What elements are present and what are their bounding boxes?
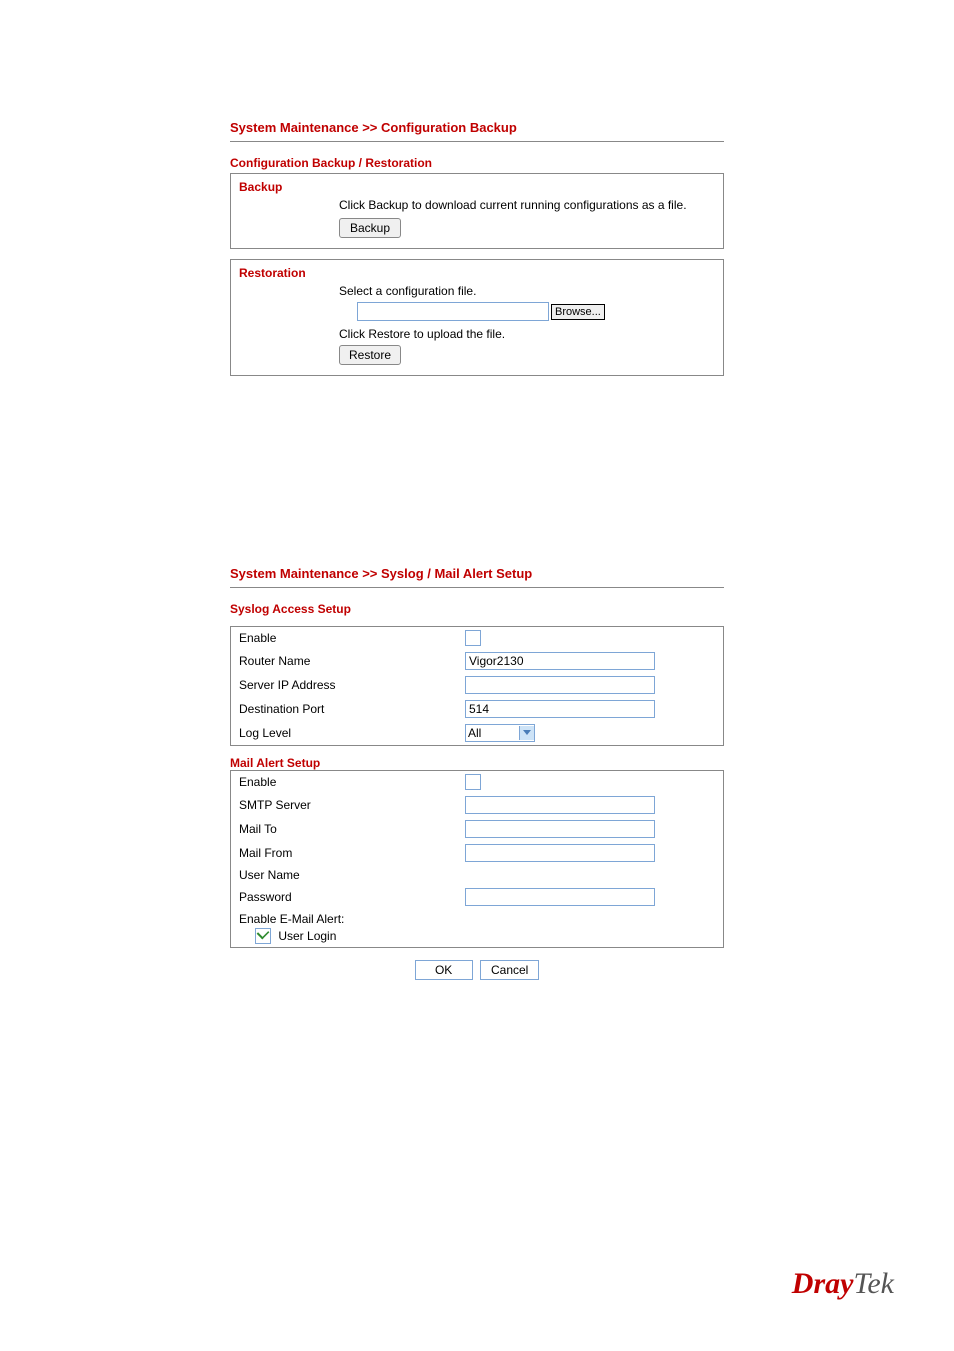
breadcrumb-syslog-mail: System Maintenance >> Syslog / Mail Aler… — [230, 566, 724, 587]
server-ip-label: Server IP Address — [231, 673, 458, 697]
dest-port-input[interactable] — [465, 700, 655, 718]
email-alert-label: Enable E-Mail Alert: — [239, 912, 715, 926]
mailto-label: Mail To — [231, 817, 458, 841]
restore-button[interactable]: Restore — [339, 345, 401, 365]
syslog-enable-checkbox[interactable] — [465, 630, 481, 646]
syslog-access-title: Syslog Access Setup — [230, 602, 724, 616]
backup-button[interactable]: Backup — [339, 218, 401, 238]
ok-button[interactable]: OK — [415, 960, 473, 980]
button-row: OK Cancel — [230, 960, 724, 980]
restore-description: Click Restore to upload the file. — [339, 327, 715, 341]
cancel-button[interactable]: Cancel — [480, 960, 539, 980]
log-level-value: All — [468, 726, 481, 740]
password-label: Password — [231, 885, 458, 909]
mailfrom-label: Mail From — [231, 841, 458, 865]
backup-label: Backup — [239, 180, 715, 194]
mailfrom-input[interactable] — [465, 844, 655, 862]
logo-part1: Dray — [792, 1267, 854, 1300]
server-ip-input[interactable] — [465, 676, 655, 694]
dest-port-label: Destination Port — [231, 697, 458, 721]
restoration-label: Restoration — [239, 266, 715, 280]
router-name-label: Router Name — [231, 649, 458, 673]
user-login-checkbox[interactable] — [255, 928, 271, 944]
password-input[interactable] — [465, 888, 655, 906]
restoration-select-text: Select a configuration file. — [339, 284, 715, 298]
router-name-input[interactable] — [465, 652, 655, 670]
mail-enable-label: Enable — [231, 771, 458, 794]
smtp-input[interactable] — [465, 796, 655, 814]
log-level-select[interactable]: All — [465, 724, 535, 742]
enable-label: Enable — [231, 627, 458, 650]
file-path-input[interactable] — [357, 302, 549, 321]
mail-alert-table: Enable SMTP Server Mail To Mail From Use… — [230, 770, 724, 948]
logo-part2: Tek — [853, 1267, 894, 1300]
draytek-logo: DrayTek — [792, 1267, 894, 1301]
divider — [230, 587, 724, 588]
syslog-table: Enable Router Name Server IP Address Des… — [230, 626, 724, 746]
section-title-backup-restore: Configuration Backup / Restoration — [230, 156, 724, 170]
smtp-label: SMTP Server — [231, 793, 458, 817]
mail-enable-checkbox[interactable] — [465, 774, 481, 790]
mailto-input[interactable] — [465, 820, 655, 838]
username-label: User Name — [231, 865, 458, 885]
chevron-down-icon — [519, 726, 534, 740]
backup-panel: Backup Click Backup to download current … — [230, 173, 724, 249]
breadcrumb-config-backup: System Maintenance >> Configuration Back… — [230, 120, 724, 141]
log-level-label: Log Level — [231, 721, 458, 746]
mail-alert-title: Mail Alert Setup — [230, 756, 724, 770]
restoration-panel: Restoration Select a configuration file.… — [230, 259, 724, 376]
backup-description: Click Backup to download current running… — [339, 198, 715, 212]
browse-button[interactable]: Browse... — [551, 304, 605, 320]
user-login-label: User Login — [278, 929, 336, 943]
divider — [230, 141, 724, 142]
